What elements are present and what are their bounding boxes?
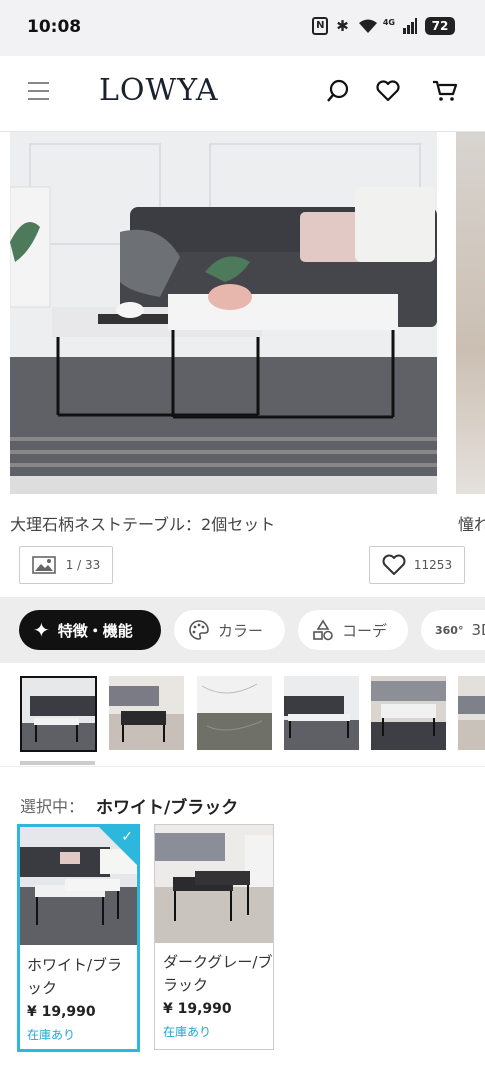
thumbnail-strip <box>0 676 485 752</box>
product-image-carousel[interactable] <box>0 132 485 497</box>
favorite-count-button[interactable]: 11253 <box>369 546 465 584</box>
selected-variant-value: ホワイト/ブラック <box>96 798 239 818</box>
image-count: 1 / 33 <box>65 558 101 572</box>
network-type: 4G <box>382 17 395 27</box>
tab-3d-label: 3D <box>471 621 485 639</box>
variant-price: ¥ 19,990 <box>163 1001 232 1017</box>
thumbnail-scroll-indicator <box>20 761 95 765</box>
image-icon <box>31 556 56 574</box>
palette-icon <box>189 620 209 640</box>
feature-tab-bar: ✦ 特徴・機能 カラー コーデ 360° 3D <box>0 597 485 663</box>
wifi-icon <box>358 19 377 33</box>
thumbnail[interactable] <box>371 676 446 750</box>
thumbnail[interactable] <box>458 676 485 750</box>
variant-name: ダークグレー/ブラック <box>163 953 273 994</box>
variant-stock: 在庫あり <box>27 1028 76 1042</box>
sparkle-icon: ✦ <box>33 618 50 642</box>
next-product-image-peek[interactable] <box>456 132 485 494</box>
variant-name: ホワイト/ブラック <box>27 956 123 997</box>
cart-icon[interactable] <box>432 78 458 104</box>
favorite-heart-icon[interactable] <box>375 78 401 104</box>
360-icon: 360° <box>435 623 464 637</box>
signal-icon <box>403 18 417 34</box>
status-time: 10:08 <box>27 17 82 37</box>
product-name: 大理石柄ネストテーブル：2個セット <box>10 515 276 534</box>
logo[interactable]: LOWYA <box>99 73 219 108</box>
thumbnail[interactable] <box>20 676 97 752</box>
tab-coordinate[interactable]: コーデ <box>298 610 408 650</box>
thumbnail[interactable] <box>284 676 359 750</box>
battery-icon: 72 <box>425 17 455 35</box>
tab-features[interactable]: ✦ 特徴・機能 <box>19 610 161 650</box>
thumbnail[interactable] <box>109 676 184 750</box>
check-icon: ✓ <box>121 829 133 845</box>
thumbnail[interactable] <box>197 676 272 750</box>
variant-stock: 在庫あり <box>163 1025 212 1039</box>
heart-icon <box>382 554 406 575</box>
tab-3d[interactable]: 360° 3D <box>421 610 485 650</box>
status-icons: N ✱ 4G 72 <box>312 17 455 35</box>
tab-color[interactable]: カラー <box>174 610 285 650</box>
favorite-count: 11253 <box>413 558 453 572</box>
app-header: LOWYA <box>0 56 485 132</box>
tab-coordinate-label: コーデ <box>342 621 388 640</box>
search-icon[interactable] <box>325 78 351 104</box>
tab-color-label: カラー <box>218 621 264 640</box>
divider <box>0 766 485 767</box>
hamburger-menu-icon[interactable] <box>28 82 49 101</box>
image-gallery-button[interactable]: 1 / 33 <box>19 546 113 584</box>
variant-card-white-black[interactable]: ✓ ホワイト/ブラック ¥ 19,990 在庫あり <box>17 824 140 1052</box>
status-bar: 10:08 N ✱ 4G 72 <box>0 0 485 56</box>
bluetooth-icon: ✱ <box>336 17 349 35</box>
variant-card-darkgray-black[interactable]: ダークグレー/ブラック ¥ 19,990 在庫あり <box>154 824 274 1050</box>
next-product-name-peek: 憧れ <box>458 515 485 534</box>
selected-variant-label: 選択中： <box>20 797 85 816</box>
shapes-icon <box>313 619 333 641</box>
tab-features-label: 特徴・機能 <box>57 621 133 640</box>
variant-price: ¥ 19,990 <box>27 1004 96 1020</box>
variant-image <box>155 825 273 943</box>
product-main-image[interactable] <box>10 132 437 494</box>
nfc-icon: N <box>312 17 329 35</box>
